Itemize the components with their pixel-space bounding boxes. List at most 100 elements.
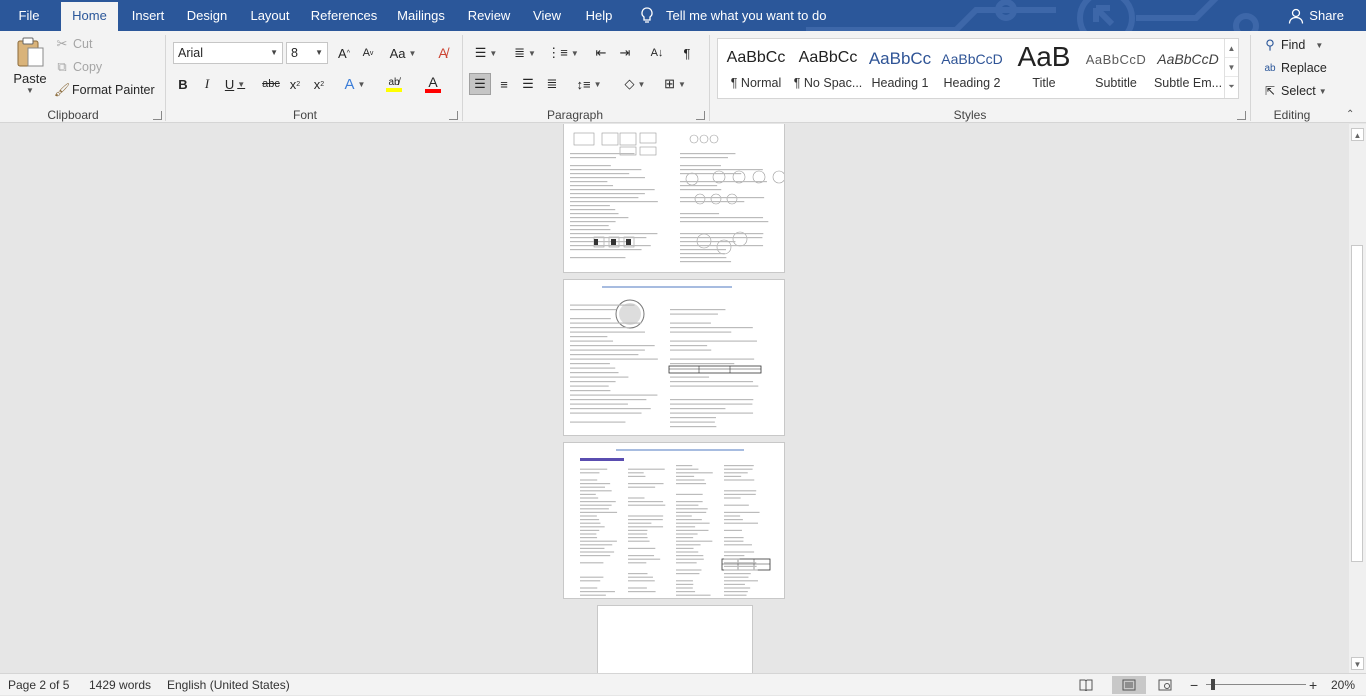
show-marks-button[interactable]: ¶ [676,42,698,64]
scrollbar-thumb[interactable] [1351,245,1363,562]
select-button[interactable]: ⇱ Select ▼ [1262,84,1327,98]
font-dialog-launcher[interactable] [449,111,458,120]
find-button[interactable]: ⚲ Find ▼ [1262,37,1323,53]
font-size-value: 8 [291,46,298,60]
bold-button[interactable]: B [172,73,194,95]
subscript-button[interactable]: x2 [284,73,306,95]
zoom-out-button[interactable]: − [1190,674,1198,696]
decrease-indent-button[interactable]: ⇤ [590,42,612,64]
vertical-scrollbar[interactable]: ▲ ▼ [1349,124,1366,673]
highlight-button[interactable]: ab̸ [377,73,411,95]
numbering-button[interactable]: ≣ ▼ [508,42,542,64]
borders-button[interactable]: ⊞ ▼ [658,73,692,95]
format-painter-button[interactable]: 🖌 Format Painter [54,82,155,98]
document-area[interactable] [0,124,1349,673]
collapse-ribbon-button[interactable]: ⌃ [1346,109,1354,120]
text-line [580,468,608,470]
scroll-up-icon[interactable]: ▲ [1225,39,1238,58]
text-line [628,533,647,535]
align-center-button[interactable]: ≡ [493,73,515,95]
shading-button[interactable]: ◇ ▼ [618,73,652,95]
text-line [580,504,612,506]
font-color-button[interactable]: A [416,73,450,95]
style-no-spacing[interactable]: AaBbCc ¶ No Spac... [792,39,864,98]
style-subtle-emphasis[interactable]: AaBbCcD Subtle Em... [1152,39,1224,98]
change-case-button[interactable]: Aa ▼ [388,42,418,64]
line-spacing-button[interactable]: ↕≡ ▼ [572,73,606,95]
strikethrough-button[interactable]: abc [260,73,282,95]
font-size-combo[interactable]: 8 ▼ [286,42,328,64]
style-title[interactable]: AaB Title [1008,39,1080,98]
font-name-combo[interactable]: Arial ▼ [173,42,283,64]
justify-button[interactable]: ≣ [541,73,563,95]
text-line [670,327,753,329]
style-normal[interactable]: AaBbCc ¶ Normal [720,39,792,98]
increase-indent-button[interactable]: ⇥ [614,42,636,64]
zoom-slider-thumb[interactable] [1211,679,1215,690]
paragraph-dialog-launcher[interactable] [696,111,705,120]
zoom-level[interactable]: 20% [1331,674,1355,696]
chevron-down-icon: ▼ [677,79,686,89]
document-page[interactable] [563,279,785,436]
text-effects-button[interactable]: A ▼ [338,73,372,95]
cut-button[interactable]: ✂ Cut [54,36,93,52]
shrink-font-button[interactable]: Av [357,42,379,64]
bullets-button[interactable]: ☰ ▼ [470,42,502,64]
multilevel-list-button[interactable]: ⋮≡ ▼ [546,42,580,64]
zoom-slider[interactable] [1206,674,1306,696]
text-line [628,486,656,488]
document-page[interactable] [563,442,785,599]
sort-button[interactable]: A↓ [646,42,668,64]
tell-me-box[interactable]: Tell me what you want to do [640,0,826,31]
tab-insert[interactable]: Insert [127,0,169,31]
page-count[interactable]: Page 2 of 5 [8,674,69,696]
word-count[interactable]: 1429 words [89,674,151,696]
superscript-button[interactable]: x2 [308,73,330,95]
language-indicator[interactable]: English (United States) [167,674,290,696]
align-right-button[interactable]: ☰ [517,73,539,95]
text-line [724,591,748,593]
web-layout-button[interactable] [1154,676,1176,694]
tab-layout[interactable]: Layout [246,0,294,31]
grow-font-button[interactable]: A ^ [333,42,355,64]
replace-button[interactable]: ab Replace [1262,61,1326,75]
text-line [670,421,715,423]
text-line [676,529,709,531]
text-line [570,345,655,347]
tab-review[interactable]: Review [466,0,512,31]
style-heading-2[interactable]: AaBbCcD Heading 2 [936,39,1008,98]
underline-button[interactable]: U ▼ [220,73,250,95]
zoom-in-button[interactable]: + [1309,674,1317,696]
document-page[interactable] [597,605,753,673]
copy-button[interactable]: ⧉ Copy [54,59,102,75]
scroll-up-icon[interactable]: ▲ [1351,128,1364,141]
paste-button[interactable]: Paste ▼ [10,36,50,104]
tab-home[interactable]: Home [61,2,118,31]
styles-gallery-scroll[interactable]: ▲ ▼ ⏷ [1224,39,1238,98]
share-button[interactable]: Share [1288,0,1344,31]
tab-mailings[interactable]: Mailings [394,0,448,31]
text-line [570,173,630,175]
more-styles-icon[interactable]: ⏷ [1225,77,1238,96]
align-left-button[interactable]: ☰ [469,73,491,95]
clipboard-dialog-launcher[interactable] [153,111,162,120]
chevron-down-icon: ▼ [237,79,246,89]
tab-help[interactable]: Help [582,0,616,31]
style-subtitle[interactable]: AaBbCcD Subtitle [1080,39,1152,98]
document-page[interactable] [563,124,785,273]
clear-formatting-button[interactable]: A̸ [432,42,454,64]
cursor-arrow-icon: ⇱ [1264,84,1276,98]
italic-button[interactable]: I [196,73,218,95]
tab-file[interactable]: File [12,0,46,31]
read-mode-button[interactable] [1075,676,1097,694]
text-line [676,465,693,467]
style-heading-1[interactable]: AaBbCc Heading 1 [864,39,936,98]
styles-dialog-launcher[interactable] [1237,111,1246,120]
text-line [580,529,600,531]
scroll-down-icon[interactable]: ▼ [1351,657,1364,670]
tab-view[interactable]: View [530,0,564,31]
scroll-down-icon[interactable]: ▼ [1225,58,1238,77]
tab-references[interactable]: References [309,0,379,31]
print-layout-button[interactable] [1112,676,1146,694]
tab-design[interactable]: Design [183,0,231,31]
